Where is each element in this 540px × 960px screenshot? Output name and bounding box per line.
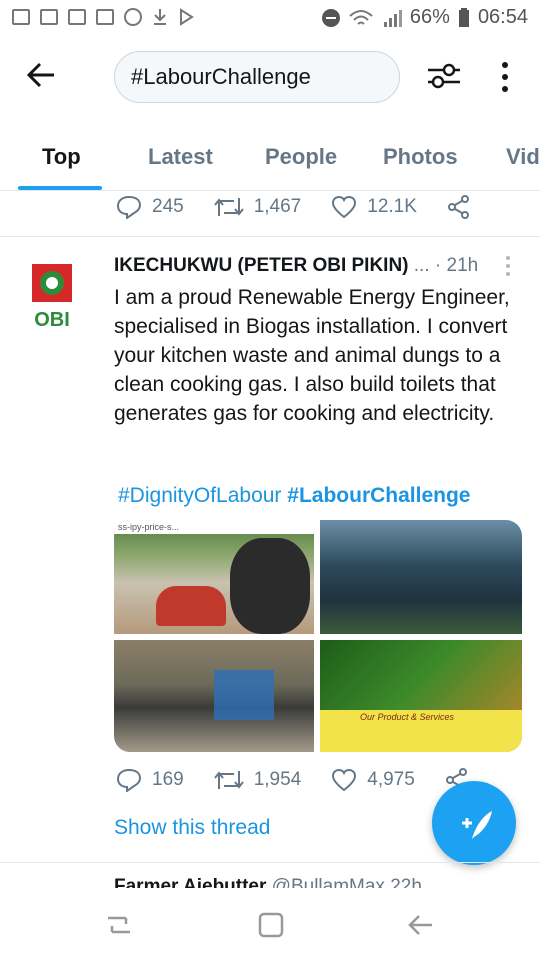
like-count: 12.1K	[367, 196, 417, 217]
system-back-icon[interactable]	[406, 910, 436, 940]
compose-feather-icon	[462, 811, 492, 839]
tab-people[interactable]: People	[265, 144, 337, 170]
previous-tweet-actions: 245 1,467 12.1K	[116, 195, 511, 219]
tweet-media-grid: ss-ipy-price-s... Our Product & Services	[114, 520, 522, 752]
retweet-count: 1,954	[253, 769, 302, 790]
hashtag-link[interactable]: #DignityOfLabour	[118, 484, 281, 507]
reply-button[interactable]: 245	[116, 195, 184, 219]
download-icon	[154, 9, 166, 25]
obi-logo-icon: OBI	[32, 264, 72, 331]
media-photo[interactable]	[114, 640, 314, 752]
reply-icon	[116, 195, 142, 219]
tweet-time[interactable]: 21h	[447, 255, 479, 276]
like-button[interactable]: 12.1K	[331, 195, 417, 219]
battery-percent: 66%	[409, 6, 450, 28]
search-input[interactable]: #LabourChallenge	[114, 51, 400, 103]
do-not-disturb-icon	[321, 8, 340, 27]
battery-icon	[458, 7, 469, 27]
tab-videos[interactable]: Vid	[506, 144, 540, 170]
gmail-icon	[40, 9, 58, 25]
tweet-text: I am a proud Renewable Energy Engineer, …	[114, 286, 510, 425]
retweet-icon	[213, 198, 244, 216]
sync-icon	[124, 8, 142, 26]
tab-photos[interactable]: Photos	[383, 144, 458, 170]
like-button[interactable]: 4,975	[331, 768, 415, 792]
sliders-icon[interactable]	[426, 60, 462, 92]
reply-count: 169	[152, 769, 184, 790]
avatar-text: OBI	[34, 309, 70, 328]
retweet-icon	[213, 771, 244, 789]
clock: 06:54	[477, 6, 528, 28]
tweet-hashtags: #DignityOfLabour #LabourChallenge	[118, 484, 470, 508]
gmail-icon	[12, 9, 30, 25]
reply-icon	[116, 768, 142, 792]
share-button[interactable]	[447, 195, 481, 219]
tweet-author[interactable]: IKECHUKWU (PETER OBI PIKIN)	[114, 255, 409, 276]
tweet-menu-icon[interactable]	[506, 256, 512, 280]
gallery-icon	[96, 9, 114, 25]
show-thread-link[interactable]: Show this thread	[114, 816, 270, 840]
tab-top[interactable]: Top	[42, 144, 81, 170]
tweet-divider	[0, 236, 540, 237]
retweet-button[interactable]: 1,954	[213, 769, 302, 791]
heart-icon	[332, 768, 357, 792]
tweet-header: IKECHUKWU (PETER OBI PIKIN) ... · 21h	[114, 255, 524, 277]
signal-icon	[383, 9, 402, 27]
tweet-divider	[0, 862, 540, 863]
tank-shape	[214, 670, 274, 720]
play-store-icon	[180, 8, 194, 26]
retweet-button[interactable]: 1,467	[213, 196, 302, 218]
media-photo[interactable]: Our Product & Services	[320, 640, 522, 752]
media-caption: ss-ipy-price-s...	[114, 520, 318, 534]
search-header: #LabourChallenge	[0, 38, 540, 120]
separator: ·	[434, 255, 442, 276]
active-tab-indicator	[18, 186, 102, 190]
reply-button[interactable]: 169	[116, 768, 184, 792]
home-icon[interactable]	[256, 910, 286, 940]
share-icon	[447, 195, 469, 219]
search-tabs: Top Latest People Photos Vid	[0, 120, 540, 191]
notification-icons	[12, 8, 194, 26]
recent-apps-icon[interactable]	[104, 910, 134, 940]
banner-title: Our Product & Services	[360, 712, 455, 722]
gmail-icon	[68, 9, 86, 25]
hashtag-link[interactable]: #LabourChallenge	[287, 484, 470, 507]
author-truncation: ...	[413, 255, 430, 276]
back-button[interactable]	[26, 60, 56, 96]
like-count: 4,975	[367, 769, 415, 790]
media-photo[interactable]: ss-ipy-price-s...	[114, 520, 318, 634]
wifi-icon	[349, 9, 373, 25]
tyre-shape	[230, 538, 310, 634]
status-bar: 66% 06:54	[0, 0, 540, 38]
arrow-left-icon	[26, 62, 54, 88]
worker-figure	[156, 586, 226, 626]
heart-icon	[332, 195, 357, 219]
retweet-count: 1,467	[253, 196, 302, 217]
compose-tweet-button[interactable]	[432, 781, 516, 865]
tab-latest[interactable]: Latest	[148, 144, 213, 170]
system-nav-bar	[0, 888, 540, 960]
vertical-dots-icon[interactable]	[500, 62, 510, 98]
reply-count: 245	[152, 196, 184, 217]
avatar[interactable]: OBI	[24, 264, 80, 331]
media-photo[interactable]	[320, 520, 522, 634]
